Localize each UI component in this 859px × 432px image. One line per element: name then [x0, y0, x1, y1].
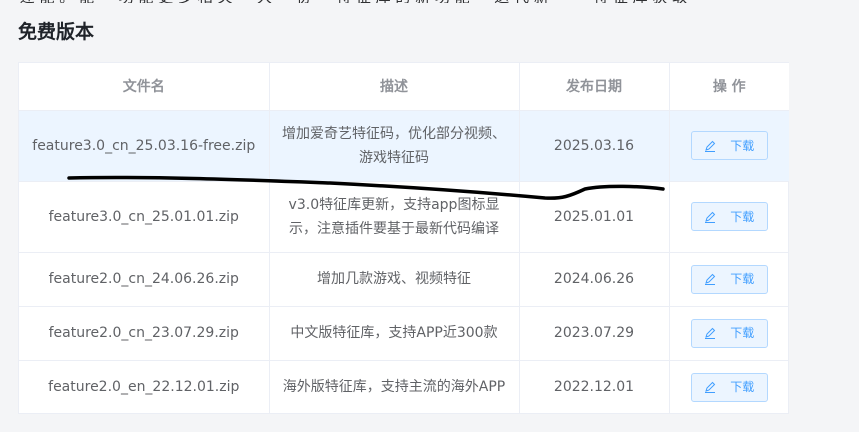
- cell-filename: feature2.0_en_22.12.01.zip: [19, 360, 270, 414]
- clipped-text-above: — 述 能 。 能 — 功 能 更 多 相 关 — 大 — 协 — 特 征 库 …: [0, 0, 859, 3]
- cell-action: 下载: [669, 110, 789, 182]
- cell-filename: feature3.0_cn_25.01.01.zip: [19, 181, 270, 253]
- download-button[interactable]: 下载: [690, 131, 768, 160]
- header-release-date: 发布日期: [519, 63, 670, 111]
- download-button-label: 下载: [730, 209, 755, 224]
- header-description: 描述: [269, 63, 520, 111]
- description-line: 示，注意插件要基于最新代码编译: [289, 220, 499, 237]
- table-row: feature2.0_cn_23.07.29.zip 中文版特征库，支持APP近…: [19, 306, 789, 361]
- cell-date: 2025.01.01: [519, 181, 670, 253]
- download-button[interactable]: 下载: [690, 372, 768, 402]
- cell-description: 增加几款游戏、视频特征: [269, 252, 520, 307]
- section-title: 免费版本: [18, 21, 95, 43]
- cell-description: 增加爱奇艺特征码，优化部分视频、 游戏特征码: [269, 110, 520, 182]
- cell-action: 下载: [669, 360, 789, 414]
- table-row: feature3.0_cn_25.03.16-free.zip 增加爱奇艺特征码…: [19, 110, 789, 182]
- cell-action: 下载: [669, 306, 789, 361]
- download-button[interactable]: 下载: [690, 318, 768, 348]
- cell-description: v3.0特征库更新，支持app图标显 示，注意插件要基于最新代码编译: [269, 181, 520, 253]
- header-action: 操 作: [669, 63, 789, 111]
- cell-date: 2025.03.16: [519, 110, 670, 182]
- description-line: 增加爱奇艺特征码，优化部分视频、: [282, 125, 506, 142]
- cell-description: 中文版特征库，支持APP近300款: [269, 306, 520, 361]
- cell-filename: feature2.0_cn_24.06.26.zip: [19, 252, 270, 307]
- download-button-label: 下载: [730, 380, 755, 395]
- edit-pen-icon: [705, 327, 716, 339]
- download-button[interactable]: 下载: [690, 264, 768, 294]
- cell-filename: feature3.0_cn_25.03.16-free.zip: [19, 110, 270, 182]
- cell-description: 海外版特征库，支持主流的海外APP: [269, 360, 520, 414]
- cell-date: 2022.12.01: [519, 360, 670, 414]
- table-row: feature3.0_cn_25.01.01.zip v3.0特征库更新，支持a…: [19, 181, 789, 253]
- table-row: feature2.0_cn_24.06.26.zip 增加几款游戏、视频特征 2…: [19, 252, 789, 307]
- table-row: feature2.0_en_22.12.01.zip 海外版特征库，支持主流的海…: [19, 360, 789, 414]
- download-button-label: 下载: [730, 326, 755, 340]
- edit-pen-icon: [705, 211, 716, 223]
- description-line: v3.0特征库更新，支持app图标显: [288, 196, 500, 213]
- header-filename: 文件名: [19, 63, 270, 111]
- cell-action: 下载: [669, 181, 789, 253]
- download-button-label: 下载: [730, 138, 755, 153]
- edit-pen-icon: [705, 382, 716, 394]
- cell-filename: feature2.0_cn_23.07.29.zip: [19, 306, 270, 361]
- cell-date: 2023.07.29: [519, 306, 670, 361]
- cell-action: 下载: [669, 252, 789, 307]
- description-line: 游戏特征码: [359, 149, 429, 166]
- cell-date: 2024.06.26: [519, 252, 670, 307]
- free-version-table: 文件名 描述 发布日期 操 作 feature3.0_cn_25.03.16-f…: [18, 62, 789, 414]
- edit-pen-icon: [705, 273, 716, 285]
- download-button[interactable]: 下载: [690, 202, 768, 231]
- edit-pen-icon: [705, 140, 716, 152]
- table-header-row: 文件名 描述 发布日期 操 作: [19, 63, 789, 111]
- download-button-label: 下载: [730, 272, 755, 286]
